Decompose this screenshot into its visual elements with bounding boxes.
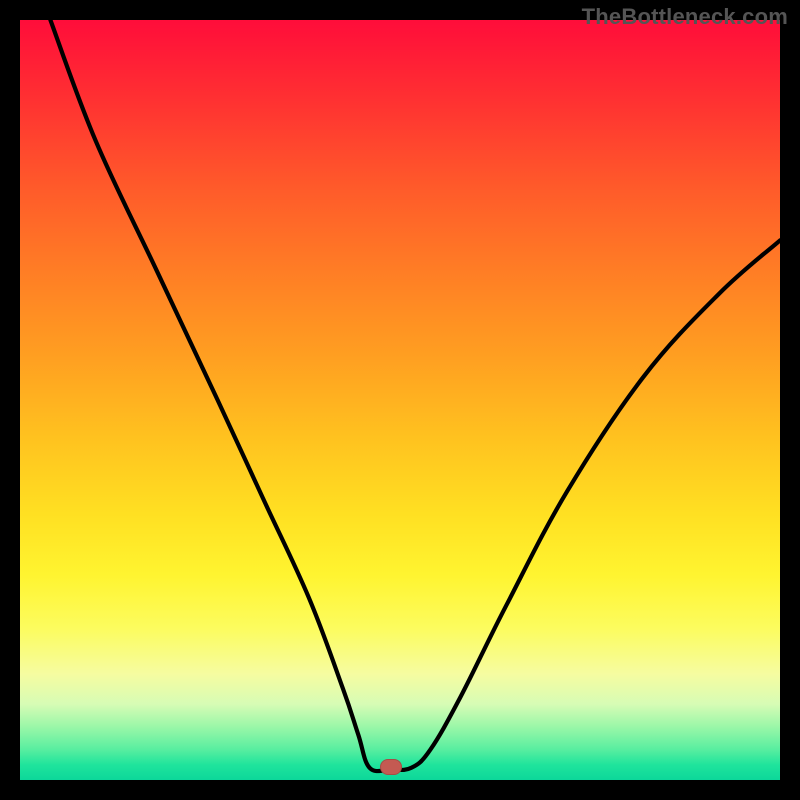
bottleneck-curve	[20, 20, 780, 780]
chart-frame: TheBottleneck.com	[0, 0, 800, 800]
optimal-point-marker	[380, 759, 402, 775]
plot-area	[20, 20, 780, 780]
watermark-text: TheBottleneck.com	[582, 4, 788, 30]
